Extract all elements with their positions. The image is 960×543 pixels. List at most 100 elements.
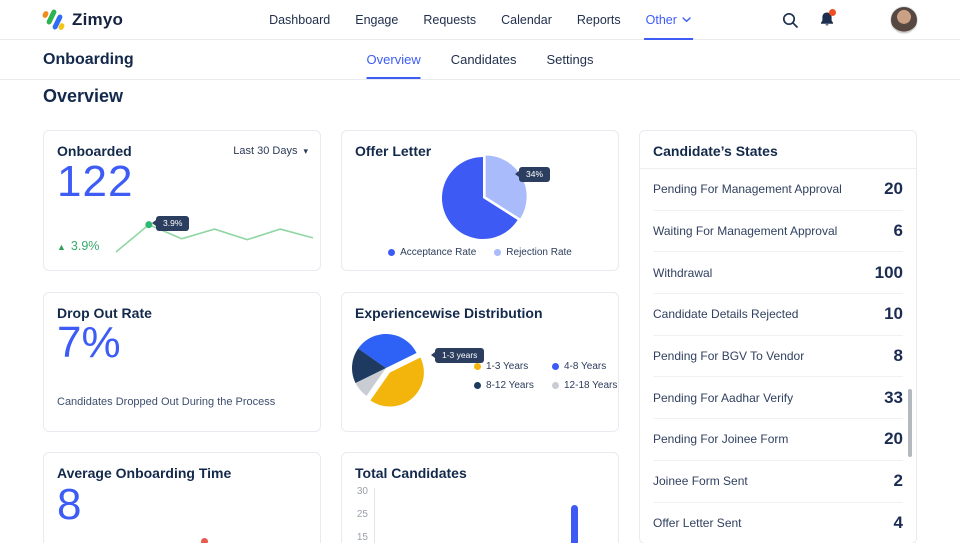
search-icon: [782, 12, 798, 28]
y-axis-tick: 25: [356, 509, 368, 520]
state-row: Pending For BGV To Vendor 8: [653, 336, 903, 378]
notification-badge: [829, 9, 836, 16]
pie-tooltip: 1-3 years: [430, 348, 485, 363]
legend-dot-icon: [552, 363, 559, 370]
legend-1-3-years: 1-3 Years: [474, 361, 540, 372]
state-label: Pending For Aadhar Verify: [653, 390, 794, 405]
drop-out-rate-card: Drop Out Rate 7% Candidates Dropped Out …: [43, 292, 321, 432]
onboarded-count: 122: [57, 157, 134, 206]
average-onboarding-time-card: Average Onboarding Time 8: [43, 452, 321, 543]
legend-12-18-years: 12-18 Years: [552, 380, 617, 391]
tab-candidates[interactable]: Candidates: [451, 40, 517, 79]
tab-overview[interactable]: Overview: [366, 40, 421, 79]
state-row: Joinee Form Sent 2: [653, 461, 903, 503]
state-value: 10: [884, 304, 903, 324]
y-axis-tick: 30: [356, 486, 368, 497]
drop-out-caption: Candidates Dropped Out During the Proces…: [57, 396, 276, 408]
notifications-button[interactable]: [819, 9, 836, 28]
module-tabs: Overview Candidates Settings: [366, 40, 593, 79]
state-label: Pending For Joinee Form: [653, 432, 789, 447]
nav-item-requests[interactable]: Requests: [423, 0, 476, 40]
state-value: 8: [893, 346, 903, 366]
trend-point-marker: [201, 538, 208, 543]
apps-grid-button[interactable]: [855, 12, 870, 27]
chevron-down-icon: [682, 17, 691, 23]
legend-4-8-years: 4-8 Years: [552, 361, 617, 372]
state-value: 6: [893, 221, 903, 241]
state-value: 2: [893, 471, 903, 491]
zimyo-logo-icon: [41, 8, 66, 31]
legend-dot-icon: [552, 382, 559, 389]
state-row: Pending For Management Approval 20: [653, 169, 903, 211]
state-value: 20: [884, 429, 903, 449]
offer-letter-pie-chart: [442, 155, 527, 239]
state-label: Withdrawal: [653, 265, 713, 280]
tab-settings[interactable]: Settings: [546, 40, 593, 79]
nav-item-reports[interactable]: Reports: [577, 0, 621, 40]
legend-dot-icon: [388, 249, 396, 256]
state-row: Pending For Joinee Form 20: [653, 419, 903, 461]
y-axis-line: [374, 488, 375, 543]
pie-legend: 1-3 Years 4-8 Years 8-12 Years 12-18 Yea…: [474, 361, 617, 391]
state-label: Pending For Management Approval: [653, 182, 842, 197]
state-value: 33: [884, 387, 903, 407]
state-row: Withdrawal 100: [653, 252, 903, 295]
states-list: Pending For Management Approval 20 Waiti…: [653, 169, 903, 543]
drop-out-rate-value: 7%: [57, 318, 121, 367]
state-value: 4: [893, 512, 903, 532]
card-title: Offer Letter: [355, 143, 432, 159]
legend-acceptance: Acceptance Rate: [388, 247, 476, 258]
scrollbar-thumb[interactable]: [908, 389, 912, 457]
page-title: Overview: [43, 86, 124, 106]
states-header: Candidate’s States: [640, 131, 916, 169]
nav-item-engage[interactable]: Engage: [355, 0, 398, 40]
module-bar: Onboarding Overview Candidates Settings: [0, 40, 960, 80]
module-title: Onboarding: [43, 51, 134, 68]
sparkline-tooltip: 3.9%: [151, 216, 190, 231]
experience-pie-chart: [352, 334, 424, 407]
pie-legend: Acceptance Rate Rejection Rate: [342, 247, 618, 258]
experience-distribution-card: Experiencewise Distribution 1-3 years 1-…: [341, 292, 619, 432]
brand-logo[interactable]: Zimyo: [41, 8, 124, 31]
top-icons: [781, 5, 918, 34]
trend-up-icon: [57, 239, 66, 253]
card-title: Total Candidates: [355, 465, 467, 481]
candidates-states-card: Candidate’s States Pending For Managemen…: [639, 130, 917, 543]
state-row: Candidate Details Rejected 10: [653, 294, 903, 336]
state-value: 20: [884, 179, 903, 199]
offer-letter-card: Offer Letter 34% Acceptance Rate Rejecti…: [341, 130, 619, 271]
total-candidates-card: Total Candidates 30 25 15: [341, 452, 619, 543]
card-title: Experiencewise Distribution: [355, 305, 543, 321]
state-row: Pending For Aadhar Verify 33: [653, 377, 903, 420]
top-bar: Zimyo Dashboard Engage Requests Calendar…: [0, 0, 960, 40]
state-label: Waiting For Management Approval: [653, 224, 838, 239]
nav-item-calendar[interactable]: Calendar: [501, 0, 552, 40]
legend-dot-icon: [474, 382, 481, 389]
date-range-select[interactable]: Last 30 Days: [233, 145, 308, 157]
state-label: Offer Letter Sent: [653, 515, 742, 530]
onboarding-dashboard: Zimyo Dashboard Engage Requests Calendar…: [0, 0, 960, 543]
state-label: Candidate Details Rejected: [653, 307, 799, 322]
brand-name: Zimyo: [72, 9, 124, 29]
onboarded-card: Onboarded Last 30 Days 122 3.9% 3.9%: [43, 130, 321, 271]
pie-tooltip: 34%: [514, 167, 551, 182]
legend-dot-icon: [494, 249, 502, 256]
user-avatar[interactable]: [890, 5, 918, 34]
card-title: Average Onboarding Time: [57, 465, 232, 481]
legend-8-12-years: 8-12 Years: [474, 380, 540, 391]
y-axis-tick: 15: [356, 532, 368, 543]
nav-item-dashboard[interactable]: Dashboard: [269, 0, 330, 40]
total-candidates-bar: [571, 504, 578, 543]
state-row: Waiting For Management Approval 6: [653, 211, 903, 253]
delta-badge: 3.9%: [57, 239, 100, 253]
state-value: 100: [874, 262, 903, 282]
onboarded-sparkline: [115, 221, 314, 253]
state-row: Offer Letter Sent 4: [653, 503, 903, 543]
card-title: Candidate’s States: [653, 143, 778, 159]
state-label: Pending For BGV To Vendor: [653, 349, 805, 364]
nav-item-other[interactable]: Other: [643, 0, 694, 40]
legend-dot-icon: [474, 363, 481, 370]
legend-rejection: Rejection Rate: [494, 247, 572, 258]
search-button[interactable]: [781, 11, 799, 29]
average-onboarding-value: 8: [57, 480, 82, 529]
